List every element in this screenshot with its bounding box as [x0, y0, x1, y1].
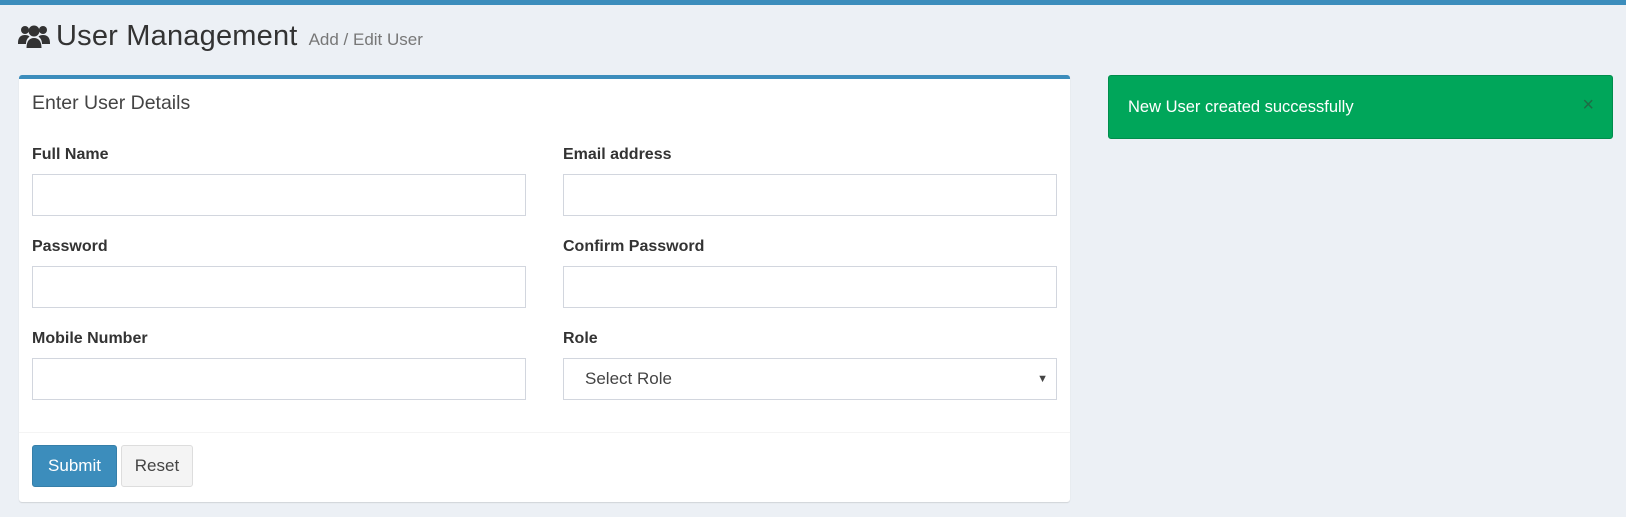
page-header: User Management Add / Edit User	[18, 20, 423, 53]
users-icon	[18, 25, 50, 48]
alert-message: New User created successfully	[1128, 98, 1354, 116]
form-title: Enter User Details	[32, 92, 191, 114]
role-select[interactable]: Select Role ▼	[563, 358, 1057, 400]
full-name-group: Full Name	[32, 146, 526, 216]
mobile-group: Mobile Number	[32, 330, 526, 400]
reset-button[interactable]: Reset	[121, 445, 193, 487]
page-subtitle: Add / Edit User	[308, 30, 423, 49]
role-group: Role Select Role ▼	[563, 330, 1057, 400]
confirm-password-label: Confirm Password	[563, 238, 705, 255]
email-input[interactable]	[563, 174, 1057, 216]
page-title: User Management	[56, 20, 298, 52]
mobile-label: Mobile Number	[32, 330, 148, 347]
email-group: Email address	[563, 146, 1057, 216]
password-group: Password	[32, 238, 526, 308]
user-details-form: Enter User Details Full Name Email addre…	[19, 75, 1070, 502]
full-name-input[interactable]	[32, 174, 526, 216]
close-icon[interactable]: ×	[1582, 95, 1594, 115]
confirm-password-group: Confirm Password	[563, 238, 1057, 308]
role-label: Role	[563, 330, 598, 347]
caret-down-icon: ▼	[1037, 373, 1048, 385]
success-alert: New User created successfully ×	[1108, 75, 1613, 139]
password-label: Password	[32, 238, 108, 255]
submit-button[interactable]: Submit	[32, 445, 117, 487]
password-input[interactable]	[32, 266, 526, 308]
mobile-input[interactable]	[32, 358, 526, 400]
form-footer: Submit Reset	[19, 432, 1070, 502]
role-selected-value: Select Role	[585, 369, 672, 388]
email-label: Email address	[563, 146, 672, 163]
confirm-password-input[interactable]	[563, 266, 1057, 308]
full-name-label: Full Name	[32, 146, 109, 163]
top-accent-bar	[0, 0, 1626, 5]
